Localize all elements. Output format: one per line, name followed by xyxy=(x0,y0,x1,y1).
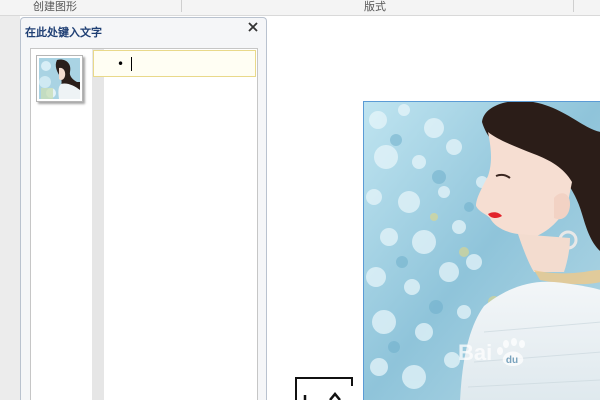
smartart-text-pane: 在此处键入文字 • xyxy=(20,17,267,400)
ribbon-group-layouts: 版式 xyxy=(364,0,386,13)
picture-thumbnail[interactable] xyxy=(36,55,83,102)
baidu-watermark: Bai du xyxy=(458,334,578,374)
thumbnail-column xyxy=(31,49,92,400)
baidu-watermark-logo: Bai du xyxy=(458,338,525,366)
indent-bar xyxy=(92,49,104,400)
ribbon-group-create-graphic: 创建图形 xyxy=(33,0,77,13)
close-icon[interactable] xyxy=(246,22,260,36)
bullet-glyph: • xyxy=(117,57,125,71)
picture-thumbnail-image xyxy=(39,58,80,99)
close-icon-glyph xyxy=(248,22,258,32)
ribbon-separator xyxy=(573,0,574,12)
svg-text:Bai: Bai xyxy=(458,340,492,365)
partial-shape-outline-glyph xyxy=(295,377,353,401)
svg-text:du: du xyxy=(506,355,518,366)
ribbon-group-labels: 创建图形 版式 xyxy=(0,0,600,16)
text-caret xyxy=(131,57,132,71)
pane-title: 在此处键入文字 xyxy=(25,26,102,39)
ribbon-separator xyxy=(181,0,182,12)
workspace-gutter xyxy=(0,16,20,400)
text-entry-line[interactable]: • xyxy=(93,50,256,77)
text-pane-body: • xyxy=(30,48,258,400)
partial-shape-outline xyxy=(295,377,353,401)
